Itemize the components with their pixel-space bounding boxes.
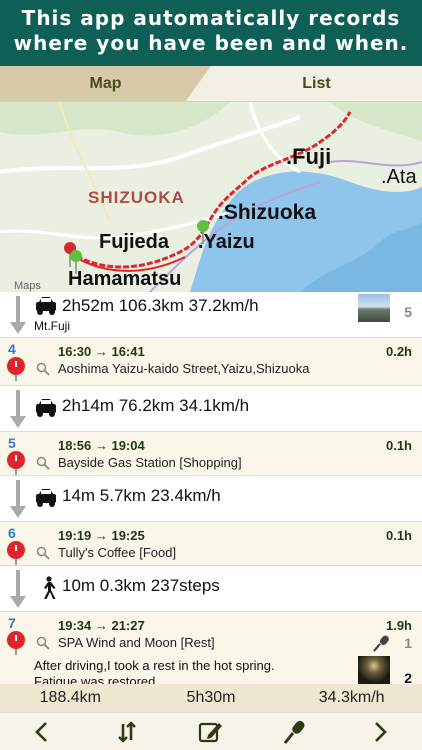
- photo-thumbnail[interactable]: [358, 294, 390, 322]
- stop-index: 6: [8, 525, 16, 541]
- stop-note: After driving,I took a rest in the hot s…: [34, 658, 324, 684]
- chevron-left-icon[interactable]: [22, 717, 62, 747]
- pin-icon: [7, 451, 25, 475]
- car-icon: [36, 297, 56, 315]
- down-arrow-icon: [10, 480, 26, 518]
- pin-icon: [7, 541, 25, 565]
- move-destination: Mt.Fuji: [34, 319, 70, 333]
- tab-list[interactable]: List: [211, 66, 422, 101]
- total-distance: 188.4km: [39, 689, 102, 706]
- photo-thumbnail[interactable]: [358, 656, 390, 684]
- stop-index: 7: [8, 615, 16, 631]
- promo-banner: This app automatically records where you…: [0, 0, 422, 66]
- totals-bar: 188.4km 5h30m 34.3km/h: [0, 684, 422, 712]
- stop-place: Tully's Coffee [Food]: [58, 545, 177, 560]
- car-icon: [36, 399, 56, 417]
- list-item-stop[interactable]: 5 18:56 → 19:04 0.1h Bayside Gas Station…: [0, 432, 422, 476]
- search-icon[interactable]: [36, 546, 50, 560]
- map-label-ata: .Ata: [381, 166, 417, 188]
- list-item-move[interactable]: 2h52m 106.3km 37.2km/h Mt.Fuji 5: [0, 292, 422, 338]
- move-stats: 2h52m 106.3km 37.2km/h: [62, 296, 259, 315]
- map-canvas: [0, 102, 422, 292]
- down-arrow-icon: [10, 570, 26, 608]
- search-icon[interactable]: [36, 456, 50, 470]
- walk-icon: [44, 576, 56, 599]
- list-item-stop[interactable]: 6 19:19 → 19:25 0.1h Tully's Coffee [Foo…: [0, 522, 422, 566]
- voice-count: 1: [404, 635, 412, 651]
- list-item-stop[interactable]: 7 19:34 → 21:27 1.9h SPA Wind and Moon […: [0, 612, 422, 684]
- banner-line-2: where you have been and when.: [13, 31, 409, 55]
- stop-place: Aoshima Yaizu-kaido Street,Yaizu,Shizuok…: [58, 361, 310, 376]
- bottom-toolbar: [0, 712, 422, 750]
- move-stats: 14m 5.7km 23.4km/h: [62, 486, 221, 505]
- stop-duration: 0.1h: [385, 528, 412, 543]
- view-tabs: Map List: [0, 66, 422, 102]
- list-item-move[interactable]: 2h14m 76.2km 34.1km/h: [0, 386, 422, 432]
- search-icon[interactable]: [36, 636, 50, 650]
- stop-duration: 1.9h: [385, 618, 412, 633]
- note-line-1: After driving,I took a rest in the hot s…: [34, 658, 275, 673]
- stop-duration: 0.2h: [385, 344, 412, 359]
- stop-time: 18:56 → 19:04: [58, 438, 145, 453]
- sort-icon[interactable]: [107, 717, 147, 747]
- photo-count: 5: [404, 304, 412, 320]
- timeline-list[interactable]: 2h52m 106.3km 37.2km/h Mt.Fuji 5 4 16:30…: [0, 292, 422, 684]
- map-label-shizuoka-city: .Shizuoka: [218, 201, 317, 224]
- map-view[interactable]: .Fuji .Ata SHIZUOKA .Shizuoka Fujieda .Y…: [0, 102, 422, 292]
- total-time: 5h30m: [186, 689, 236, 706]
- search-icon[interactable]: [36, 362, 50, 376]
- list-item-move[interactable]: 10m 0.3km 237steps: [0, 566, 422, 612]
- microphone-icon[interactable]: [275, 717, 315, 747]
- down-arrow-icon: [10, 390, 26, 428]
- stop-duration: 0.1h: [385, 438, 412, 453]
- microphone-icon[interactable]: [372, 634, 390, 652]
- photo-count: 2: [404, 670, 412, 684]
- tab-map[interactable]: Map: [0, 66, 211, 101]
- map-label-fuji: .Fuji: [286, 144, 332, 169]
- edit-icon[interactable]: [191, 717, 231, 747]
- list-item-move[interactable]: 14m 5.7km 23.4km/h: [0, 476, 422, 522]
- pin-icon: [7, 631, 25, 655]
- car-icon: [36, 489, 56, 507]
- map-label-shizuoka-pref: SHIZUOKA: [88, 188, 185, 207]
- move-stats: 10m 0.3km 237steps: [62, 576, 220, 595]
- map-label-yaizu: .Yaizu: [198, 231, 255, 253]
- chevron-right-icon[interactable]: [360, 717, 400, 747]
- stop-index: 4: [8, 341, 16, 357]
- map-label-hamamatsu: Hamamatsu: [68, 268, 182, 290]
- stop-time: 16:30 → 16:41: [58, 344, 145, 359]
- stop-index: 5: [8, 435, 16, 451]
- pin-icon: [7, 357, 25, 381]
- map-label-fujieda: Fujieda: [99, 231, 170, 253]
- stop-time: 19:34 → 21:27: [58, 618, 145, 633]
- total-speed: 34.3km/h: [318, 689, 385, 706]
- list-item-stop[interactable]: 4 16:30 → 16:41 0.2h Aoshima Yaizu-kaido…: [0, 338, 422, 386]
- down-arrow-icon: [10, 296, 26, 334]
- move-stats: 2h14m 76.2km 34.1km/h: [62, 396, 250, 415]
- note-line-2: Fatigue was restored.: [34, 674, 160, 684]
- stop-place: SPA Wind and Moon [Rest]: [58, 635, 215, 650]
- stop-place: Bayside Gas Station [Shopping]: [58, 455, 242, 470]
- banner-line-1: This app automatically records: [21, 6, 401, 30]
- stop-time: 19:19 → 19:25: [58, 528, 145, 543]
- map-attribution: Maps: [14, 280, 41, 292]
